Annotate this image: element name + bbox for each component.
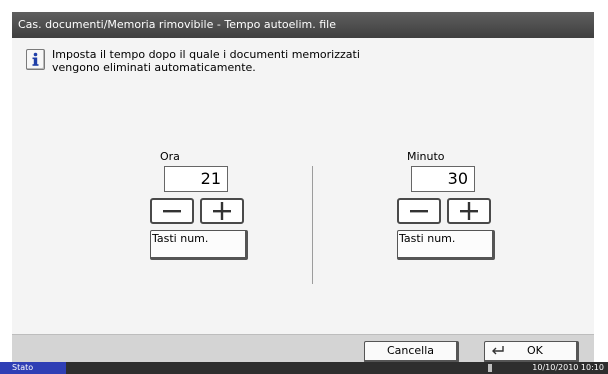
content-panel: Imposta il tempo dopo il quale i documen… (12, 38, 594, 334)
minute-decrement-button[interactable] (397, 198, 441, 224)
vertical-divider (312, 166, 313, 284)
status-bar: Stato 10/10/2010 10:10 (0, 362, 608, 374)
dialog-frame: Cas. documenti/Memoria rimovibile - Temp… (12, 12, 594, 364)
minute-numeric-keys-button[interactable]: Tasti num. (397, 230, 495, 260)
minute-value-field[interactable]: 30 (411, 166, 475, 192)
footer-bar: Cancella OK (12, 334, 594, 364)
minus-icon (163, 210, 181, 213)
status-button[interactable]: Stato (0, 362, 66, 374)
info-message-line-2: vengono eliminati automaticamente. (52, 61, 256, 74)
hour-increment-button[interactable] (200, 198, 244, 224)
hour-numeric-keys-button[interactable]: Tasti num. (150, 230, 248, 260)
window-title: Cas. documenti/Memoria rimovibile - Temp… (12, 12, 594, 38)
enter-icon (492, 346, 504, 355)
hour-value-field[interactable]: 21 (164, 166, 228, 192)
hour-decrement-button[interactable] (150, 198, 194, 224)
minus-icon (410, 210, 428, 213)
date-time: 10/10/2010 10:10 (532, 363, 604, 372)
ok-label: OK (527, 344, 543, 357)
minute-group: Minuto 30 Tasti num. (391, 150, 531, 280)
info-icon (26, 49, 45, 70)
device-status-icon (488, 364, 492, 372)
info-message-line-1: Imposta il tempo dopo il quale i documen… (52, 48, 360, 61)
info-message: Imposta il tempo dopo il quale i documen… (52, 48, 512, 74)
hour-group: Ora 21 Tasti num. (144, 150, 284, 280)
minute-label: Minuto (407, 150, 445, 163)
ok-button[interactable]: OK (484, 341, 579, 363)
minute-increment-button[interactable] (447, 198, 491, 224)
cancel-button[interactable]: Cancella (364, 341, 459, 363)
plus-icon (460, 202, 478, 220)
plus-icon (213, 202, 231, 220)
hour-label: Ora (160, 150, 180, 163)
